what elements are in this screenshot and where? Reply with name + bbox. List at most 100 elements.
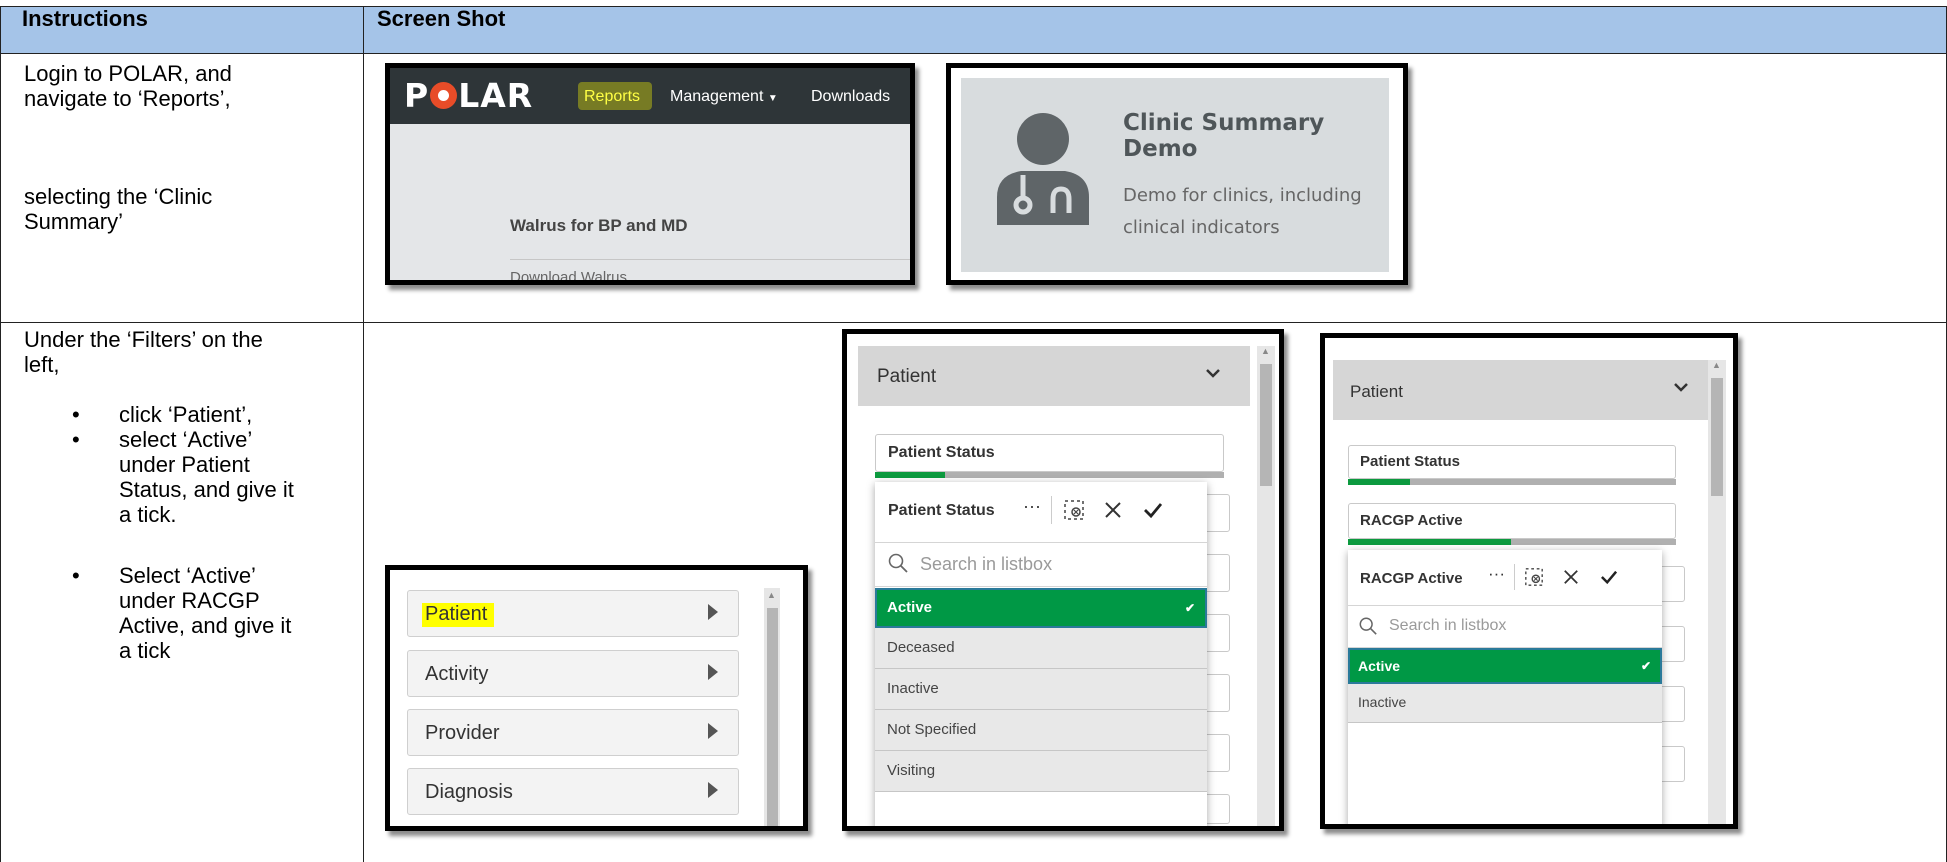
panel-header[interactable]: Patient bbox=[858, 346, 1250, 406]
bullet-text: select ‘Active’ bbox=[119, 427, 253, 452]
bullet-text: a tick. bbox=[119, 502, 177, 527]
bullet-text: Select ‘Active’ bbox=[119, 563, 256, 588]
filter-provider[interactable]: Provider bbox=[407, 709, 739, 756]
divider bbox=[1348, 605, 1662, 606]
close-icon[interactable] bbox=[1104, 501, 1122, 519]
filters-screenshot: Patient Activity Provider Diagnosis ▲ bbox=[385, 565, 808, 831]
bullet: • bbox=[72, 427, 80, 452]
filter-activity[interactable]: Activity bbox=[407, 650, 739, 697]
scroll-up-icon[interactable]: ▲ bbox=[1712, 360, 1721, 370]
popup-title: Patient Status bbox=[888, 502, 995, 519]
racgp-active-screenshot: Patient Patient Status RACGP Active RACG… bbox=[1320, 333, 1738, 829]
racgp-active-card[interactable]: RACGP Active bbox=[1348, 503, 1676, 539]
navbar: P LAR Reports Management ▼ Downloads bbox=[390, 68, 910, 124]
scrollbar-thumb[interactable] bbox=[767, 608, 778, 826]
polar-logo: P LAR bbox=[404, 76, 534, 115]
row1-instruction-line: navigate to ‘Reports’, bbox=[24, 86, 231, 111]
clear-selection-icon[interactable] bbox=[1063, 499, 1085, 521]
clinic-summary-card[interactable]: Clinic Summary Demo Demo for clinics, in… bbox=[961, 78, 1389, 272]
panel-header[interactable]: Patient bbox=[1333, 360, 1718, 420]
check-icon: ✔ bbox=[1184, 601, 1195, 615]
confirm-check-icon[interactable] bbox=[1600, 569, 1618, 585]
row1-instruction-line: Summary’ bbox=[24, 209, 124, 234]
scrollbar-thumb[interactable] bbox=[1711, 378, 1723, 496]
option-not-specified[interactable]: Not Specified bbox=[875, 710, 1207, 751]
divider bbox=[1051, 496, 1052, 524]
caret-right-icon bbox=[708, 604, 718, 620]
table-header bbox=[0, 6, 1947, 54]
option-inactive[interactable]: Inactive bbox=[875, 669, 1207, 710]
selection-bar-active bbox=[1348, 539, 1511, 545]
bear-icon bbox=[430, 82, 458, 109]
search-icon bbox=[888, 553, 908, 573]
caret-right-icon bbox=[708, 664, 718, 680]
clinic-description: Demo for clinics, including clinical ind… bbox=[1123, 185, 1362, 238]
header-divider bbox=[0, 53, 1947, 54]
header-instructions: Instructions bbox=[22, 6, 148, 31]
caret-right-icon bbox=[708, 782, 718, 798]
row2-instruction-line: left, bbox=[24, 352, 60, 377]
patient-status-card[interactable]: Patient Status bbox=[1348, 445, 1676, 479]
option-active[interactable]: Active ✔ bbox=[875, 588, 1207, 628]
scroll-up-icon[interactable]: ▲ bbox=[1261, 346, 1270, 356]
search-input[interactable]: Search in listbox bbox=[1389, 617, 1506, 635]
header-screenshot: Screen Shot bbox=[377, 6, 506, 31]
listbox-popup: RACGP Active ··· Search in listbox Activ… bbox=[1348, 550, 1662, 824]
row2-instruction-line: Under the ‘Filters’ on the bbox=[24, 327, 263, 352]
caret-right-icon bbox=[708, 723, 718, 739]
caret-down-icon: ▼ bbox=[767, 93, 778, 104]
patient-status-screenshot: Patient Patient Status Patient Status ··… bbox=[842, 329, 1284, 831]
close-icon[interactable] bbox=[1563, 569, 1579, 585]
table-border-top bbox=[0, 6, 1947, 7]
table-border-left bbox=[0, 6, 1, 862]
patient-status-card[interactable]: Patient Status bbox=[875, 434, 1224, 472]
bullet: • bbox=[72, 402, 80, 427]
selection-bar-active bbox=[1348, 479, 1410, 485]
chevron-down-icon[interactable] bbox=[1205, 368, 1221, 378]
check-icon: ✔ bbox=[1640, 659, 1651, 673]
clear-selection-icon[interactable] bbox=[1524, 567, 1544, 587]
chevron-down-icon[interactable] bbox=[1673, 382, 1689, 392]
filter-patient[interactable]: Patient bbox=[407, 590, 739, 637]
nav-downloads[interactable]: Downloads bbox=[811, 88, 890, 106]
scrollbar-thumb[interactable] bbox=[1260, 364, 1272, 486]
popup-title: RACGP Active bbox=[1360, 570, 1463, 587]
row-divider bbox=[0, 322, 1947, 323]
more-icon[interactable]: ··· bbox=[1488, 564, 1505, 584]
polar-nav-screenshot: P LAR Reports Management ▼ Downloads Walr… bbox=[385, 63, 915, 285]
selection-bar-active bbox=[875, 472, 945, 478]
filter-diagnosis[interactable]: Diagnosis bbox=[407, 768, 739, 815]
row1-instruction-line: selecting the ‘Clinic bbox=[24, 184, 213, 209]
doctor-icon bbox=[997, 113, 1089, 225]
walrus-download-link[interactable]: Download Walrus bbox=[510, 269, 627, 280]
scroll-up-icon[interactable]: ▲ bbox=[767, 590, 776, 600]
search-icon bbox=[1359, 617, 1377, 635]
bullet-text: Active, and give it bbox=[119, 613, 292, 638]
confirm-check-icon[interactable] bbox=[1143, 501, 1163, 519]
divider bbox=[1514, 564, 1515, 590]
listbox-popup: Patient Status ··· Search in listbox Act… bbox=[875, 482, 1207, 826]
bullet-text: a tick bbox=[119, 638, 171, 663]
more-icon[interactable]: ··· bbox=[1023, 496, 1041, 517]
clinic-summary-screenshot: Clinic Summary Demo Demo for clinics, in… bbox=[946, 63, 1408, 285]
clinic-title: Clinic Summary Demo bbox=[1123, 110, 1325, 162]
page-body: Walrus for BP and MD Download Walrus bbox=[390, 124, 910, 280]
option-inactive[interactable]: Inactive bbox=[1348, 684, 1662, 723]
bullet-text: under Patient bbox=[119, 452, 250, 477]
bullet-text: under RACGP bbox=[119, 588, 260, 613]
option-visiting[interactable]: Visiting bbox=[875, 751, 1207, 792]
bullet-text: click ‘Patient’, bbox=[119, 402, 253, 427]
column-divider bbox=[363, 6, 364, 862]
divider bbox=[510, 259, 910, 260]
option-deceased[interactable]: Deceased bbox=[875, 628, 1207, 669]
bullet: • bbox=[72, 563, 80, 588]
option-active[interactable]: Active ✔ bbox=[1348, 648, 1662, 684]
nav-management[interactable]: Management ▼ bbox=[670, 88, 778, 106]
nav-reports[interactable]: Reports bbox=[584, 88, 640, 106]
bullet-text: Status, and give it bbox=[119, 477, 294, 502]
row1-instruction-line: Login to POLAR, and bbox=[24, 61, 232, 86]
walrus-title: Walrus for BP and MD bbox=[510, 216, 688, 235]
search-input[interactable]: Search in listbox bbox=[920, 554, 1052, 575]
divider bbox=[875, 542, 1207, 543]
divider bbox=[875, 586, 1207, 587]
